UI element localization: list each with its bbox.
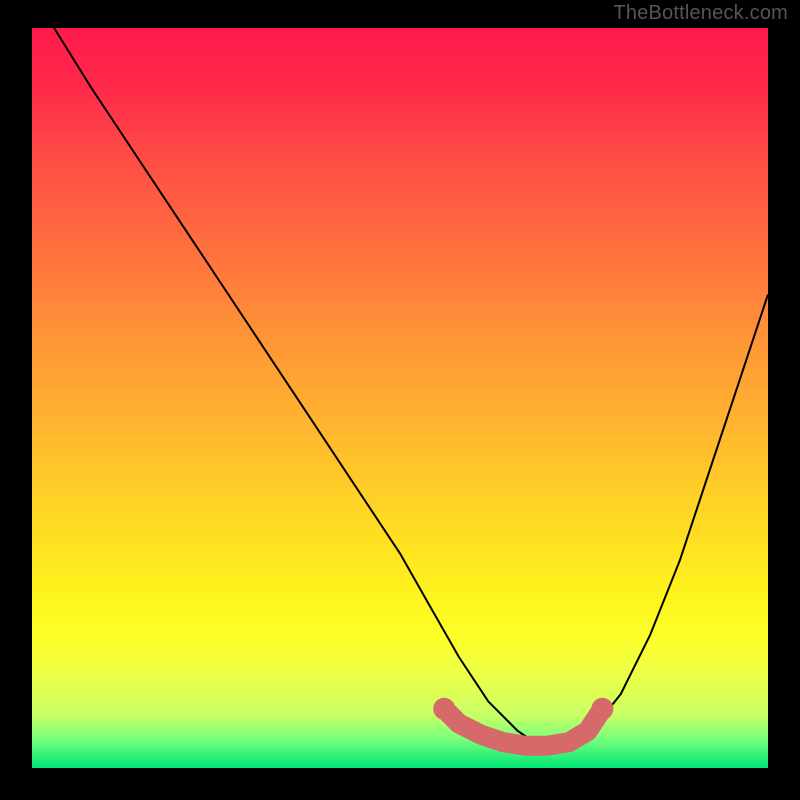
optimal-range-marker — [444, 709, 602, 746]
bottleneck-curve — [54, 28, 768, 746]
optimal-range-start-dot — [433, 698, 455, 720]
overlay-svg — [32, 28, 768, 768]
optimal-range-end-dot — [591, 698, 613, 720]
watermark-text: TheBottleneck.com — [613, 2, 788, 25]
chart-stage: TheBottleneck.com — [0, 0, 800, 800]
plot-area — [32, 28, 768, 768]
